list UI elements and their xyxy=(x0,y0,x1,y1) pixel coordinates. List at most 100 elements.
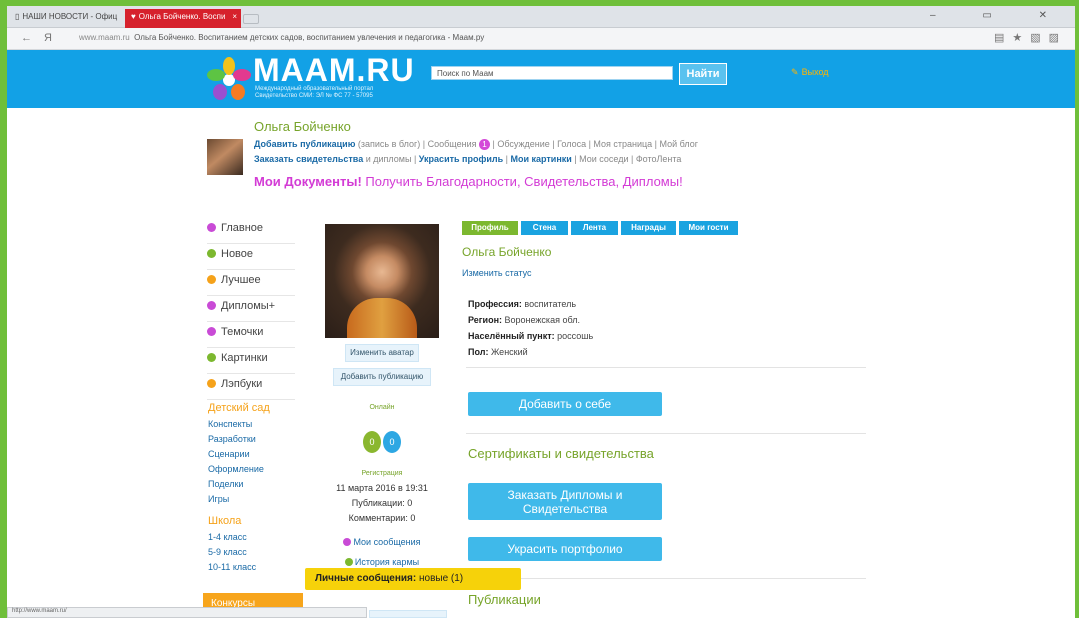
order-diplomas-button[interactable]: Заказать Дипломы и Свидетельства xyxy=(468,483,662,520)
decorate-portfolio-button[interactable]: Украсить портфолио xyxy=(468,537,662,561)
user-links-rest-2[interactable]: Мои соседи | ФотоЛента xyxy=(579,154,681,164)
city-label: Населённый пункт: xyxy=(468,331,555,341)
menu-item-lapbooks[interactable]: Лэпбуки xyxy=(207,374,295,400)
search-button[interactable]: Найти xyxy=(679,63,727,85)
my-messages-label: Мои сообщения xyxy=(353,537,421,547)
decorate-profile-link[interactable]: Украсить профиль xyxy=(419,154,503,164)
tab-feed[interactable]: Лента xyxy=(571,221,618,235)
region-row: Регион: Воронежская обл. xyxy=(468,312,593,328)
site-header: MAAM.RU Международный образовательный по… xyxy=(7,50,1075,108)
flower-logo-icon[interactable] xyxy=(203,56,255,104)
city-value: россошь xyxy=(557,331,594,341)
order-certificates-link[interactable]: Заказать свидетельства xyxy=(254,154,363,164)
bullet-icon xyxy=(207,223,216,232)
kindergarten-title[interactable]: Детский сад xyxy=(208,402,270,414)
messages-count-badge: 1 xyxy=(479,139,491,150)
school-link[interactable]: 1-4 класс xyxy=(208,530,256,545)
site-logo[interactable]: MAAM.RU xyxy=(253,52,415,89)
kindergarten-link[interactable]: Оформление xyxy=(208,462,264,477)
online-status: Онлайн xyxy=(369,404,395,411)
menu-item-pictures[interactable]: Картинки xyxy=(207,348,295,374)
menu-label: Лэпбуки xyxy=(221,378,263,390)
user-links-row-2: Заказать свидетельства и дипломы | Украс… xyxy=(254,154,682,164)
profile-name: Ольга Бойченко xyxy=(462,245,552,259)
nav-buttons[interactable]: ←Я xyxy=(21,32,64,44)
new-tab-button[interactable] xyxy=(243,14,259,24)
toolbar-icons[interactable]: ▤★▧▨ xyxy=(994,31,1067,44)
change-avatar-button[interactable]: Изменить аватар xyxy=(345,344,419,362)
profession-label: Профессия: xyxy=(468,299,522,309)
city-row: Населённый пункт: россошь xyxy=(468,328,593,344)
change-status-link[interactable]: Изменить статус xyxy=(462,268,532,278)
user-name[interactable]: Ольга Бойченко xyxy=(254,119,351,134)
tab-label: Ольга Бойченко. Воспи xyxy=(138,12,226,21)
url-text: www.maam.ru xyxy=(79,33,130,42)
tab-label: НАШИ НОВОСТИ - Офиц xyxy=(22,12,118,21)
close-tab-icon[interactable]: × xyxy=(232,12,237,21)
add-publication-link[interactable]: Добавить публикацию xyxy=(254,139,355,149)
menu-item-topics[interactable]: Темочки xyxy=(207,322,295,348)
tagline-line: Свидетельство СМИ: ЭЛ № ФС 77 - 57095 xyxy=(255,93,373,99)
messages-link[interactable]: Сообщения xyxy=(428,139,477,149)
user-avatar-small[interactable] xyxy=(207,139,243,175)
menu-label: Главное xyxy=(221,222,264,234)
window-controls[interactable]: ‒ ▭ ✕ xyxy=(930,10,1069,21)
my-pictures-link[interactable]: Мои картинки xyxy=(510,154,571,164)
diplomas-link[interactable]: и дипломы xyxy=(366,154,412,164)
school-link[interactable]: 5-9 класс xyxy=(208,545,256,560)
logout-link[interactable]: ✎ Выход xyxy=(791,66,829,78)
browser-tab-profile[interactable]: ♥ Ольга Бойченко. Воспи × xyxy=(125,9,241,28)
tab-awards[interactable]: Награды xyxy=(621,221,676,235)
karma-label: История кармы xyxy=(354,557,420,567)
kindergarten-link[interactable]: Поделки xyxy=(208,477,264,492)
menu-item-diplomas[interactable]: Дипломы+ xyxy=(207,296,295,322)
add-publication-button[interactable]: Добавить публикацию xyxy=(333,368,431,386)
private-messages-notification[interactable]: Личные сообщения: новые (1) xyxy=(305,568,521,590)
tagline-line: Международный образовательный портал xyxy=(255,86,374,92)
user-links-rest[interactable]: Обсуждение | Голоса | Моя страница | Мой… xyxy=(497,139,698,149)
school-link[interactable]: 10-11 класс xyxy=(208,560,256,575)
publications-count: Публикации: 0 xyxy=(351,498,413,508)
heart-icon: ♥ xyxy=(131,12,136,21)
menu-label: Картинки xyxy=(221,352,268,364)
kindergarten-link[interactable]: Сценарии xyxy=(208,447,264,462)
tab-wall[interactable]: Стена xyxy=(521,221,568,235)
profession-value: воспитатель xyxy=(524,299,577,309)
page-title-text: Ольга Бойченко. Воспитанием детских садо… xyxy=(134,33,485,42)
tab-profile[interactable]: Профиль xyxy=(462,221,518,235)
my-messages-link[interactable]: Мои сообщения xyxy=(312,537,452,547)
partial-button[interactable] xyxy=(369,610,447,618)
school-links: 1-4 класс 5-9 класс 10-11 класс xyxy=(208,530,256,575)
add-about-button[interactable]: Добавить о себе xyxy=(468,392,662,416)
bullet-icon xyxy=(207,353,216,362)
page-icon: ▯ xyxy=(15,12,20,21)
profile-photo[interactable] xyxy=(325,224,439,338)
browser-window: ▯ НАШИ НОВОСТИ - Офиц ♥ Ольга Бойченко. Во… xyxy=(7,6,1075,618)
menu-item-best[interactable]: Лучшее xyxy=(207,270,295,296)
tab-guests[interactable]: Мои гости xyxy=(679,221,738,235)
bullet-icon xyxy=(207,379,216,388)
karma-history-link[interactable]: История кармы xyxy=(312,557,452,567)
profile-info: Профессия: воспитатель Регион: Воронежск… xyxy=(468,296,593,360)
divider xyxy=(466,578,866,579)
browser-tab-news[interactable]: ▯ НАШИ НОВОСТИ - Офиц xyxy=(9,9,123,28)
menu-label: Лучшее xyxy=(221,274,261,286)
notification-value: новые (1) xyxy=(418,573,464,584)
kindergarten-link[interactable]: Разработки xyxy=(208,432,264,447)
url-field[interactable]: www.maam.ru Ольга Бойченко. Воспитанием … xyxy=(79,33,484,42)
menu-item-main[interactable]: Главное xyxy=(207,218,295,244)
menu-label: Дипломы+ xyxy=(221,300,276,312)
kindergarten-link[interactable]: Игры xyxy=(208,492,264,507)
kindergarten-link[interactable]: Конспекты xyxy=(208,417,264,432)
site-tagline: Международный образовательный портал Сви… xyxy=(255,86,373,100)
bullet-icon xyxy=(207,249,216,258)
menu-item-new[interactable]: Новое xyxy=(207,244,295,270)
documents-promo[interactable]: Мои Документы! Получить Благодарности, С… xyxy=(254,174,683,189)
registration-label: Регистрация xyxy=(361,470,403,477)
search-input[interactable] xyxy=(431,66,673,80)
school-title[interactable]: Школа xyxy=(208,515,241,527)
logout-label: Выход xyxy=(801,67,829,77)
notification-label: Личные сообщения: xyxy=(315,573,417,584)
rating-bubble-blue: 0 xyxy=(383,431,401,453)
blog-link[interactable]: (запись в блог) xyxy=(358,139,420,149)
